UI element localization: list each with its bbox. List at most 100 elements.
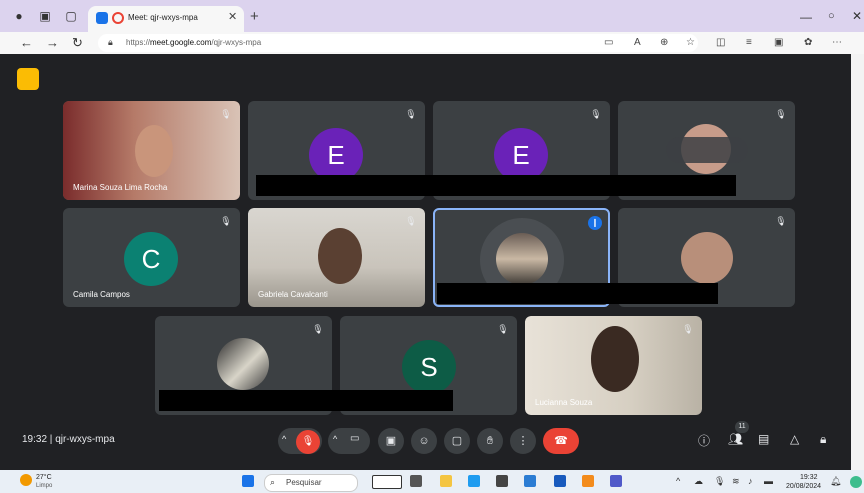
extension-icon[interactable]: ⊕ bbox=[660, 37, 668, 48]
search-placeholder: Pesquisar bbox=[286, 478, 322, 487]
participant-face bbox=[591, 326, 639, 392]
volume-icon[interactable]: ♪ bbox=[748, 476, 753, 486]
captions-button[interactable]: ▣ bbox=[378, 428, 404, 454]
recording-indicator-icon bbox=[112, 12, 124, 24]
meeting-info-badge-icon[interactable] bbox=[17, 68, 39, 90]
participant-avatar: E bbox=[309, 128, 363, 182]
participant-avatar-photo bbox=[681, 232, 733, 284]
weather-temperature[interactable]: 27°C bbox=[36, 474, 52, 481]
camera-options-chevron-icon[interactable]: ^ bbox=[333, 434, 337, 444]
speaking-indicator-icon: ❙ bbox=[588, 216, 602, 230]
collections-toolbar-icon[interactable]: ▣ bbox=[774, 37, 783, 48]
favorites-icon[interactable]: ≡ bbox=[746, 37, 752, 48]
participant-avatar: C bbox=[124, 232, 178, 286]
participant-face bbox=[318, 228, 362, 284]
edge-browser-icon[interactable] bbox=[468, 475, 480, 487]
participant-name: Camila Campos bbox=[73, 290, 130, 299]
participant-name: Marina Souza Lima Rocha bbox=[73, 183, 168, 192]
app-icon[interactable] bbox=[524, 475, 536, 487]
clock-time[interactable]: 19:32 bbox=[800, 474, 818, 481]
battery-icon[interactable]: ▬ bbox=[764, 476, 773, 486]
muted-icon: 🎙︎ bbox=[590, 109, 602, 119]
participant-tile[interactable]: C 🎙︎ Camila Campos bbox=[63, 208, 240, 307]
taskbar-app-icon[interactable] bbox=[372, 475, 402, 489]
browser-sidebar bbox=[851, 54, 864, 470]
participant-tile[interactable]: 🎙︎ Marina Souza Lima Rocha bbox=[63, 101, 240, 200]
tab-title: Meet: qjr-wxys-mpa bbox=[128, 13, 198, 22]
participant-face bbox=[135, 125, 173, 177]
camera-permission-icon[interactable]: ▭ bbox=[604, 37, 613, 48]
extensions-icon[interactable]: ✿ bbox=[804, 37, 812, 48]
teams-icon[interactable] bbox=[610, 475, 622, 487]
favorite-star-icon[interactable]: ☆ bbox=[686, 37, 695, 48]
onedrive-icon[interactable]: ☁︎ bbox=[694, 476, 703, 487]
url-text[interactable]: https://meet.google.com/qjr-wxys-mpa bbox=[126, 38, 261, 47]
reload-icon[interactable]: ↻ bbox=[72, 35, 83, 51]
tile-hover-controls[interactable] bbox=[666, 137, 748, 163]
end-call-button[interactable]: ☎︎ bbox=[543, 428, 579, 454]
lock-icon[interactable]: 🔒︎ bbox=[108, 37, 113, 48]
meeting-time-code: 19:32 | qjr-wxys-mpa bbox=[22, 434, 115, 445]
weather-icon[interactable] bbox=[20, 474, 32, 486]
camera-button[interactable]: ▭ bbox=[350, 433, 359, 444]
mic-off-button[interactable]: 🎙︎ bbox=[296, 430, 320, 454]
reactions-button[interactable]: ☺ bbox=[411, 428, 437, 454]
participant-name: Gabriela Cavalcanti bbox=[258, 290, 328, 299]
store-icon[interactable] bbox=[496, 475, 508, 487]
muted-icon: 🎙︎ bbox=[775, 109, 787, 119]
raise-hand-button[interactable]: ✋︎ bbox=[477, 428, 503, 454]
muted-icon: 🎙︎ bbox=[220, 109, 232, 119]
read-aloud-icon[interactable]: A bbox=[634, 37, 641, 48]
tab-actions-icon[interactable]: ▢ bbox=[64, 9, 78, 23]
muted-icon: 🎙︎ bbox=[682, 324, 694, 334]
participant-avatar-photo bbox=[496, 233, 548, 285]
muted-icon: 🎙︎ bbox=[220, 216, 232, 226]
muted-icon: 🎙︎ bbox=[405, 109, 417, 119]
wifi-icon[interactable]: ≋ bbox=[732, 476, 740, 487]
meet-favicon-icon bbox=[96, 12, 108, 24]
microphone-tray-icon[interactable]: 🎙︎ bbox=[714, 476, 725, 487]
present-button[interactable]: ▢ bbox=[444, 428, 470, 454]
windows-start-icon[interactable] bbox=[242, 475, 254, 487]
people-icon[interactable]: 👥︎ bbox=[728, 432, 743, 446]
more-menu-icon[interactable]: ⋯ bbox=[832, 37, 842, 48]
host-controls-icon[interactable]: 🔒︎ bbox=[820, 432, 826, 447]
task-view-icon[interactable] bbox=[410, 475, 422, 487]
participant-tile[interactable]: 🎙︎ Lucianna Souza bbox=[525, 316, 702, 415]
participant-avatar-photo bbox=[217, 338, 269, 390]
collections-icon[interactable]: ▣ bbox=[38, 9, 52, 23]
back-icon[interactable]: ← bbox=[20, 35, 33, 50]
redaction-bar bbox=[437, 283, 718, 304]
minimize-icon[interactable]: — bbox=[800, 10, 812, 24]
maximize-icon[interactable]: ○ bbox=[828, 10, 835, 22]
clock-date[interactable]: 20/08/2024 bbox=[786, 483, 821, 490]
app-icon[interactable] bbox=[582, 475, 594, 487]
more-options-button[interactable]: ⋮ bbox=[510, 428, 536, 454]
participant-avatar: S bbox=[402, 340, 456, 394]
new-tab-icon[interactable]: + bbox=[250, 8, 259, 25]
muted-icon: 🎙︎ bbox=[405, 216, 417, 226]
muted-icon: 🎙︎ bbox=[312, 324, 324, 334]
search-icon: ⌕ bbox=[270, 477, 276, 487]
chat-icon[interactable]: ▤ bbox=[758, 432, 769, 446]
split-screen-icon[interactable]: ◫ bbox=[716, 37, 725, 48]
meeting-details-icon[interactable]: ⓘ bbox=[698, 432, 710, 449]
window-close-icon[interactable]: ✕ bbox=[852, 9, 862, 23]
activities-icon[interactable]: △ bbox=[790, 432, 799, 446]
participant-tile[interactable]: 🎙︎ Gabriela Cavalcanti bbox=[248, 208, 425, 307]
word-icon[interactable] bbox=[554, 475, 566, 487]
mic-options-chevron-icon[interactable]: ^ bbox=[282, 434, 286, 444]
redaction-bar bbox=[159, 390, 453, 411]
participant-avatar: E bbox=[494, 128, 548, 182]
participant-name: Lucianna Souza bbox=[535, 398, 593, 407]
tab-close-icon[interactable]: ✕ bbox=[228, 10, 237, 23]
profile-icon[interactable]: ● bbox=[12, 9, 26, 23]
weather-description[interactable]: Limpo bbox=[36, 483, 52, 489]
show-hidden-icons-icon[interactable]: ^ bbox=[676, 476, 680, 486]
muted-icon: 🎙︎ bbox=[775, 216, 787, 226]
file-explorer-icon[interactable] bbox=[440, 475, 452, 487]
forward-icon[interactable]: → bbox=[46, 35, 59, 50]
notifications-icon[interactable]: 🔔︎ bbox=[830, 476, 841, 487]
muted-icon: 🎙︎ bbox=[497, 324, 509, 334]
copilot-icon[interactable] bbox=[850, 476, 862, 488]
